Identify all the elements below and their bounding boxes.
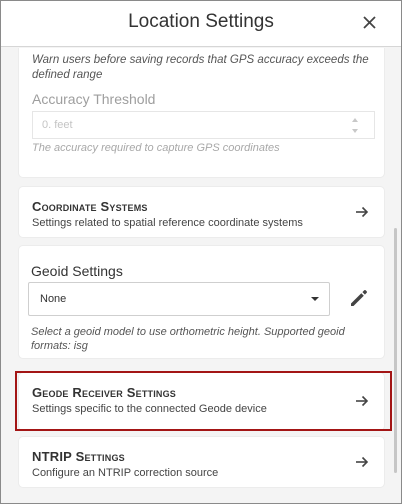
accuracy-card: Warn users before saving records that GP… [19,48,384,177]
geoid-model-select[interactable]: None [28,282,330,316]
close-icon [362,15,376,29]
arrow-right-icon [356,456,369,468]
chevron-down-icon [311,297,319,301]
ntrip-title: NTRIP Settings [32,449,125,464]
location-settings-dialog: Location Settings Warn users before savi… [0,0,402,504]
arrow-right-icon [356,206,369,218]
geoid-settings-card: Geoid Settings None Select a geoid model… [19,246,384,358]
arrow-right-icon [356,395,369,407]
spin-down-icon[interactable] [352,129,358,133]
accuracy-threshold-label: Accuracy Threshold [32,91,156,107]
dialog-title: Location Settings [128,11,274,32]
coordinate-systems-item[interactable]: Coordinate Systems Settings related to s… [19,187,384,237]
ntrip-subtitle: Configure an NTRIP correction source [32,467,219,479]
coordinate-systems-title: Coordinate Systems [32,199,148,214]
ntrip-settings-item[interactable]: NTRIP Settings Configure an NTRIP correc… [19,437,384,487]
accuracy-threshold-spinner[interactable] [352,116,362,136]
geoid-help-text: Select a geoid model to use orthometric … [31,326,345,352]
scrollbar[interactable] [394,228,397,473]
accuracy-threshold-help: The accuracy required to capture GPS coo… [32,142,280,154]
accuracy-threshold-value: 0. feet [42,119,73,131]
geoid-settings-label: Geoid Settings [31,263,123,279]
geode-receiver-title: Geode Receiver Settings [32,385,177,400]
coordinate-systems-subtitle: Settings related to spatial reference co… [32,217,303,229]
spin-up-icon[interactable] [352,118,358,122]
geoid-selected-value: None [40,293,67,305]
dialog-header: Location Settings [1,1,401,47]
close-button[interactable] [357,10,381,34]
geode-receiver-settings-item[interactable]: Geode Receiver Settings Settings specifi… [19,373,384,430]
pencil-icon [351,290,367,306]
accuracy-threshold-input[interactable]: 0. feet [32,111,375,139]
settings-scroll-area[interactable]: Warn users before saving records that GP… [1,48,401,503]
edit-geoid-button[interactable] [347,286,371,310]
accuracy-warning-text: Warn users before saving records that GP… [32,54,369,81]
geode-receiver-subtitle: Settings specific to the connected Geode… [32,403,267,415]
